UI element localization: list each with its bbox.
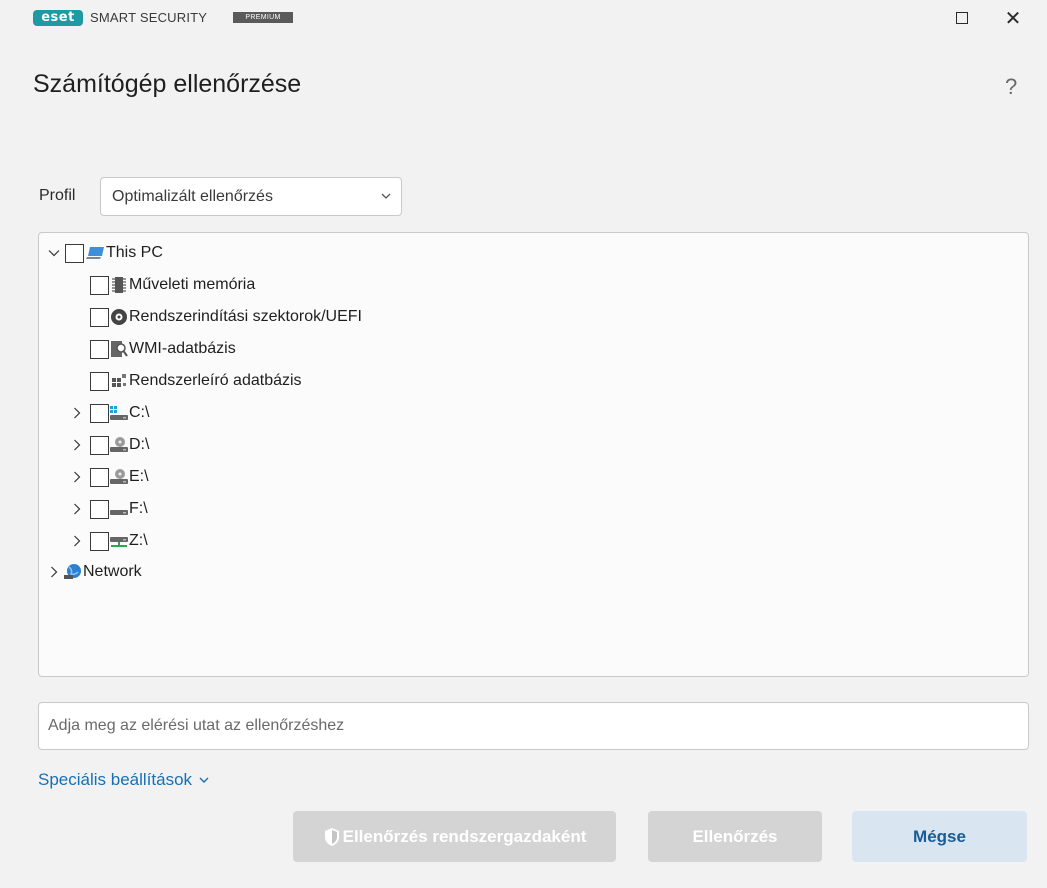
system-drive-icon bbox=[109, 404, 129, 422]
help-button[interactable]: ? bbox=[1005, 74, 1017, 100]
tree-node-drive-z[interactable]: Z:\ bbox=[70, 528, 148, 554]
network-globe-icon bbox=[63, 563, 83, 581]
network-drive-icon bbox=[109, 532, 129, 550]
tree-node-operating-memory[interactable]: Műveleti memória bbox=[90, 272, 255, 298]
product-name: SMART SECURITY bbox=[90, 10, 208, 25]
tree-node-label: Rendszerleíró adatbázis bbox=[129, 372, 302, 389]
title-bar: eset SMART SECURITY PREMIUM ✕ bbox=[0, 0, 1047, 36]
tree-node-drive-d[interactable]: D:\ bbox=[70, 432, 149, 458]
close-icon: ✕ bbox=[1004, 6, 1022, 30]
tree-node-drive-c[interactable]: C:\ bbox=[70, 400, 149, 426]
cancel-button-label: Mégse bbox=[913, 826, 966, 846]
wmi-database-icon bbox=[109, 340, 129, 358]
maximize-icon bbox=[956, 12, 968, 24]
profile-dropdown[interactable]: Optimalizált ellenőrzés bbox=[100, 177, 402, 216]
tree-node-registry[interactable]: Rendszerleíró adatbázis bbox=[90, 368, 302, 394]
tree-node-drive-f[interactable]: F:\ bbox=[70, 496, 148, 522]
chevron-right-icon[interactable] bbox=[70, 406, 84, 420]
checkbox-registry[interactable] bbox=[90, 371, 109, 391]
scan-as-admin-label: Ellenőrzés rendszergazdaként bbox=[342, 826, 587, 846]
chevron-right-icon[interactable] bbox=[47, 565, 61, 579]
page-title: Számítógép ellenőrzése bbox=[33, 70, 302, 98]
chevron-right-icon[interactable] bbox=[70, 438, 84, 452]
registry-icon bbox=[109, 372, 129, 390]
chevron-right-icon[interactable] bbox=[70, 534, 84, 548]
tree-node-label: C:\ bbox=[129, 404, 150, 421]
profile-selected-value: Optimalizált ellenőrzés bbox=[112, 188, 273, 205]
boot-disc-icon bbox=[109, 308, 129, 326]
chevron-right-icon[interactable] bbox=[70, 502, 84, 516]
checkbox-this-pc[interactable] bbox=[65, 243, 84, 263]
checkbox-wmi-database[interactable] bbox=[90, 339, 109, 359]
chevron-down-icon[interactable] bbox=[47, 246, 61, 260]
tree-node-boot-sectors[interactable]: Rendszerindítási szektorok/UEFI bbox=[90, 304, 362, 330]
cancel-button[interactable]: Mégse bbox=[852, 811, 1027, 862]
tree-node-this-pc[interactable]: This PC bbox=[47, 240, 163, 266]
checkbox-drive-z[interactable] bbox=[90, 531, 109, 551]
scan-button[interactable]: Ellenőrzés bbox=[648, 811, 822, 862]
checkbox-operating-memory[interactable] bbox=[90, 275, 109, 295]
profile-label: Profil bbox=[39, 187, 76, 204]
checkbox-drive-d[interactable] bbox=[90, 435, 109, 455]
tree-node-label: E:\ bbox=[129, 468, 149, 485]
premium-badge: PREMIUM bbox=[233, 12, 293, 23]
tree-node-label: F:\ bbox=[129, 500, 148, 517]
tree-node-label: Network bbox=[83, 563, 142, 580]
chevron-down-icon bbox=[381, 193, 391, 199]
scan-path-input[interactable] bbox=[38, 702, 1029, 750]
tree-node-network[interactable]: Network bbox=[47, 559, 142, 585]
removable-drive-icon bbox=[109, 500, 129, 518]
chevron-down-icon bbox=[199, 777, 209, 783]
tree-node-label: WMI-adatbázis bbox=[129, 340, 236, 357]
eset-logo: eset bbox=[33, 10, 83, 26]
tree-node-drive-e[interactable]: E:\ bbox=[70, 464, 149, 490]
shield-icon bbox=[324, 827, 339, 846]
tree-node-label: D:\ bbox=[129, 436, 150, 453]
close-button[interactable]: ✕ bbox=[997, 4, 1029, 32]
optical-drive-icon bbox=[109, 468, 129, 486]
tree-node-label: Rendszerindítási szektorok/UEFI bbox=[129, 308, 362, 325]
checkbox-drive-f[interactable] bbox=[90, 499, 109, 519]
tree-node-wmi-database[interactable]: WMI-adatbázis bbox=[90, 336, 236, 362]
scan-target-tree[interactable]: This PC Műveleti memória Rendszerindítás… bbox=[38, 232, 1029, 677]
advanced-settings-label: Speciális beállítások bbox=[38, 770, 193, 789]
maximize-button[interactable] bbox=[946, 4, 978, 32]
checkbox-drive-e[interactable] bbox=[90, 467, 109, 487]
checkbox-drive-c[interactable] bbox=[90, 403, 109, 423]
scan-as-admin-button[interactable]: Ellenőrzés rendszergazdaként bbox=[293, 811, 616, 862]
optical-drive-icon bbox=[109, 436, 129, 454]
checkbox-boot-sectors[interactable] bbox=[90, 307, 109, 327]
tree-node-label: Z:\ bbox=[129, 532, 148, 549]
tree-node-label: This PC bbox=[106, 244, 163, 261]
computer-icon bbox=[86, 244, 106, 262]
advanced-settings-toggle[interactable]: Speciális beállítások bbox=[38, 770, 210, 790]
chevron-right-icon[interactable] bbox=[70, 470, 84, 484]
scan-button-label: Ellenőrzés bbox=[692, 826, 778, 846]
tree-node-label: Műveleti memória bbox=[129, 276, 256, 293]
memory-chip-icon bbox=[109, 276, 129, 294]
